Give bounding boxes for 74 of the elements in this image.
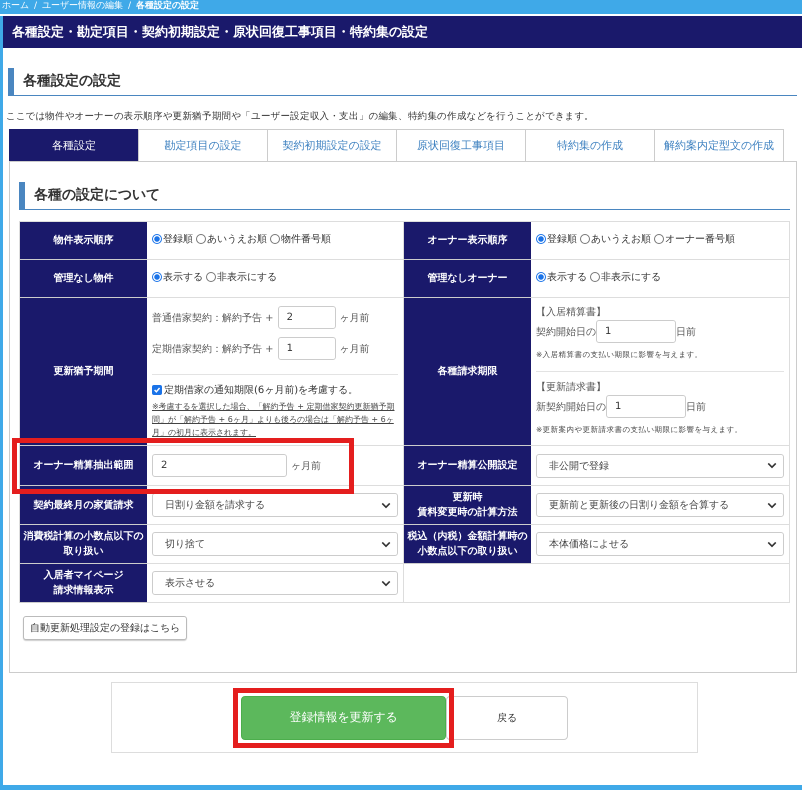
number-field[interactable]: 1 [606, 395, 686, 418]
section-heading: 各種設定の設定 [8, 68, 797, 96]
radio-label[interactable]: 表示する [163, 270, 203, 284]
tab[interactable]: 各種設定 [9, 129, 139, 161]
chevron-down-icon [767, 502, 777, 508]
unit-label: 日前 [686, 400, 706, 414]
breadcrumb-separator: / [34, 0, 38, 13]
field-label: 消費税計算の小数点以下の 取り扱い [20, 525, 147, 564]
field-prefix: 定期借家契約：解約予告 + [152, 342, 274, 356]
radio-label[interactable]: あいうえお順 [591, 232, 651, 246]
number-field[interactable]: 1 [278, 337, 336, 360]
checkbox[interactable] [152, 385, 162, 395]
breadcrumb-separator: / [128, 0, 132, 13]
dropdown[interactable]: 表示させる [152, 571, 398, 595]
field-label: 各種請求期限 [404, 298, 531, 446]
radio-button[interactable] [196, 234, 206, 244]
field-label: 更新時 賃料変更時の計算方法 [404, 486, 531, 525]
auto-renewal-settings-button[interactable]: 自動更新処理設定の登録はこちら [23, 616, 187, 640]
note-text: ※考慮するを選択した場合、「解約予告 + 定期借家契約更新猶予期間」が「解約予告 + 6ヶ月」よりも後ろの場合は「解約予告 + 6ヶ月」の初月に表示されます。 [152, 401, 396, 439]
radio-button[interactable] [590, 272, 600, 282]
dropdown[interactable]: 切り捨て [152, 532, 398, 556]
field-label: 入居者マイページ 請求情報表示 [20, 564, 147, 603]
field-label: オーナー精算抽出範囲 [20, 446, 147, 486]
panel-heading: 各種の設定について [19, 182, 790, 210]
radio-label[interactable]: 表示する [547, 270, 587, 284]
chevron-down-icon [381, 502, 391, 508]
radio-label[interactable]: 非表示にする [601, 270, 661, 284]
radio-button[interactable] [270, 234, 280, 244]
tab[interactable]: 解約案内定型文の作成 [654, 129, 784, 161]
dropdown[interactable]: 非公開で登録 [536, 454, 784, 478]
chevron-down-icon [767, 540, 777, 548]
dropdown[interactable]: 更新前と更新後の日割り金額を合算する [536, 493, 784, 517]
radio-label[interactable]: 登録順 [163, 232, 193, 246]
field-prefix: 契約開始日の [536, 326, 596, 338]
field-label: 物件表示順序 [20, 222, 147, 260]
field-label: オーナー表示順序 [404, 222, 531, 260]
field-label: 管理なしオーナー [404, 260, 531, 298]
field-label: オーナー精算公開設定 [404, 446, 531, 486]
group-heading: 【更新請求書】 [536, 380, 607, 394]
dropdown[interactable]: 本体価格によせる [536, 532, 784, 556]
radio-button[interactable] [206, 272, 216, 282]
page-title: 各種設定・勘定項目・契約初期設定・原状回復工事項目・特約集の設定 [12, 24, 428, 41]
radio-button[interactable] [152, 272, 162, 282]
tab[interactable]: 勘定項目の設定 [138, 129, 268, 161]
field-prefix: 新契約開始日の [536, 400, 606, 414]
unit-label: ヶ月前 [340, 312, 370, 324]
radio-button[interactable] [536, 272, 546, 282]
checkbox-label[interactable]: 定期借家の通知期限(6ヶ月前)を考慮する。 [164, 383, 358, 397]
radio-button[interactable] [152, 234, 162, 244]
chevron-down-icon [381, 580, 391, 586]
radio-label[interactable]: あいうえお順 [207, 232, 267, 246]
chevron-down-icon [381, 540, 391, 548]
number-field[interactable]: 1 [596, 320, 676, 343]
field-label: 更新猶予期間 [20, 298, 147, 446]
radio-label[interactable]: 登録順 [547, 232, 577, 246]
unit-label: ヶ月前 [340, 342, 370, 356]
chevron-down-icon [767, 462, 777, 469]
radio-label[interactable]: 物件番号順 [281, 232, 331, 246]
radio-button[interactable] [580, 234, 590, 244]
dropdown[interactable]: 日割り金額を請求する [152, 493, 398, 517]
field-label: 税込（内税）金額計算時の 小数点以下の取り扱い [404, 525, 531, 564]
radio-label[interactable]: オーナー番号順 [665, 232, 735, 246]
number-field[interactable]: 2 [152, 454, 287, 477]
description-text: ここでは物件やオーナーの表示順序や更新猶予期間や「ユーザー設定収入・支出」の編集、特約集の作成などを行うことができます。 [6, 110, 596, 123]
group-heading: 【入居精算書】 [536, 306, 607, 319]
number-field[interactable]: 2 [278, 306, 336, 329]
field-label: 管理なし物件 [20, 260, 147, 298]
radio-button[interactable] [536, 234, 546, 244]
radio-label[interactable]: 非表示にする [217, 270, 277, 284]
unit-label: 日前 [676, 326, 696, 338]
unit-label: ヶ月前 [291, 460, 321, 472]
radio-button[interactable] [654, 234, 664, 244]
field-prefix: 普通借家契約：解約予告 + [152, 312, 274, 324]
back-button[interactable]: 戻る [446, 696, 568, 740]
